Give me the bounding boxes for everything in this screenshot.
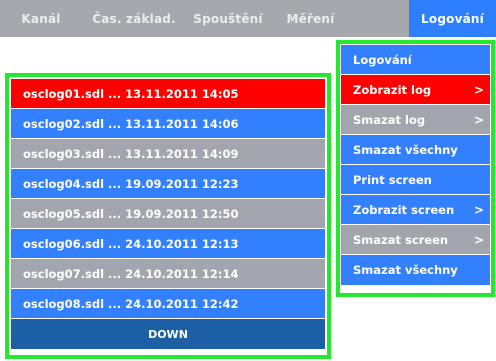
log-file-item[interactable]: osclog04.sdl ... 19.09.2011 12:23 bbox=[11, 169, 325, 199]
log-file-list: osclog01.sdl ... 13.11.2011 14:05 osclog… bbox=[5, 73, 331, 359]
log-file-item[interactable]: osclog01.sdl ... 13.11.2011 14:05 bbox=[11, 79, 325, 109]
menu-item-zobrazit-log[interactable]: Zobrazit log > bbox=[341, 75, 490, 105]
menu-item-smazat-screen[interactable]: Smazat screen > bbox=[341, 225, 490, 255]
chevron-right-icon: > bbox=[473, 232, 484, 247]
menu-item-label: Zobrazit screen bbox=[353, 202, 455, 217]
menu-item-label: Smazat všechny bbox=[353, 142, 458, 157]
menu-item-smazat-vsechny-logy[interactable]: Smazat všechny bbox=[341, 135, 490, 165]
menu-item-label: Zobrazit log bbox=[353, 82, 432, 97]
log-file-item[interactable]: osclog07.sdl ... 24.10.2011 12:14 bbox=[11, 259, 325, 289]
menu-item-smazat-log[interactable]: Smazat log > bbox=[341, 105, 490, 135]
tab-mereni[interactable]: Měření bbox=[270, 0, 351, 37]
menu-item-label: Print screen bbox=[353, 172, 432, 187]
log-file-item[interactable]: osclog03.sdl ... 13.11.2011 14:09 bbox=[11, 139, 325, 169]
tab-cas-zaklad[interactable]: Čas. základ. bbox=[82, 0, 186, 37]
tab-spousteni[interactable]: Spouštění bbox=[186, 0, 270, 37]
menu-title-logovani: Logování bbox=[341, 45, 490, 75]
tab-logovani[interactable]: Logování bbox=[409, 0, 496, 37]
log-file-item[interactable]: osclog06.sdl ... 24.10.2011 12:13 bbox=[11, 229, 325, 259]
log-file-item[interactable]: osclog08.sdl ... 24.10.2011 12:42 bbox=[11, 289, 325, 319]
log-file-item[interactable]: osclog05.sdl ... 19.09.2011 12:50 bbox=[11, 199, 325, 229]
menu-item-label: Logování bbox=[353, 52, 412, 67]
tab-kanal[interactable]: Kanál bbox=[0, 0, 82, 37]
log-file-item[interactable]: osclog02.sdl ... 13.11.2011 14:06 bbox=[11, 109, 325, 139]
chevron-right-icon: > bbox=[473, 202, 484, 217]
oscilloscope-screen: Kanál Čas. základ. Spouštění Měření Logo… bbox=[0, 0, 496, 361]
menu-item-smazat-vsechny-screeny[interactable]: Smazat všechny bbox=[341, 255, 490, 285]
down-button[interactable]: DOWN bbox=[11, 319, 325, 349]
menu-item-zobrazit-screen[interactable]: Zobrazit screen > bbox=[341, 195, 490, 225]
chevron-right-icon: > bbox=[473, 82, 484, 97]
logging-menu: Logování Zobrazit log > Smazat log > Sma… bbox=[336, 40, 495, 297]
menu-item-label: Smazat všechny bbox=[353, 263, 458, 277]
chevron-right-icon: > bbox=[473, 112, 484, 127]
menu-item-label: Smazat screen bbox=[353, 232, 449, 247]
menu-item-label: Smazat log bbox=[353, 112, 426, 127]
tab-bar: Kanál Čas. základ. Spouštění Měření Logo… bbox=[0, 0, 496, 37]
menu-item-print-screen[interactable]: Print screen bbox=[341, 165, 490, 195]
